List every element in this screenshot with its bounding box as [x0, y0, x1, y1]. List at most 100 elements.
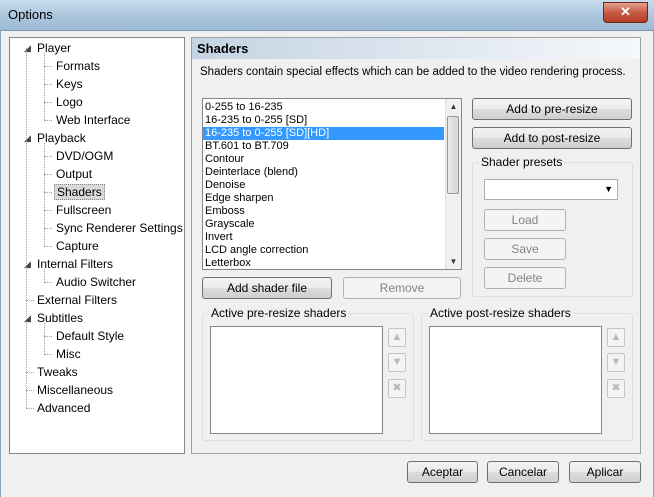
tree-item[interactable]: ◢ Subtitles: [24, 309, 85, 327]
delete-icon: ✖: [392, 382, 402, 394]
tree-item[interactable]: Shaders: [54, 183, 105, 201]
shader-presets-select[interactable]: ▼: [484, 179, 618, 200]
shader-list-item[interactable]: Letterbox: [203, 257, 444, 269]
tree-item-label: Capture: [56, 239, 99, 253]
delete-icon: ✖: [611, 382, 621, 394]
add-to-post-resize-button[interactable]: Add to post-resize: [472, 127, 632, 149]
add-shader-file-button[interactable]: Add shader file: [202, 277, 332, 299]
tree-item[interactable]: Output: [54, 165, 94, 183]
tree-item[interactable]: Sync Renderer Settings: [54, 219, 185, 237]
tree-item[interactable]: DVD/OGM: [54, 147, 115, 165]
tree-item[interactable]: Web Interface: [54, 111, 132, 129]
tree-item[interactable]: Capture: [54, 237, 101, 255]
tree-item[interactable]: ◢ Playback: [24, 129, 88, 147]
tree-item-label: Formats: [56, 59, 101, 73]
tree-item[interactable]: Advanced: [35, 399, 92, 417]
tree-connector: [44, 53, 45, 120]
tree-item-label: Player: [37, 41, 72, 55]
tree-connector: [44, 66, 52, 67]
tree-connector: [44, 192, 52, 193]
chevron-down-icon: ▼: [604, 184, 613, 194]
tree-item-label: Sync Renderer Settings: [56, 221, 183, 235]
tree-connector: [44, 156, 52, 157]
save-preset-button[interactable]: Save: [484, 238, 566, 260]
tree-connector: [44, 102, 52, 103]
tree-item-label: Keys: [56, 77, 83, 91]
scroll-down-icon[interactable]: ▼: [446, 254, 461, 269]
post-move-down-button[interactable]: ▼: [607, 353, 625, 372]
tree-connector: [44, 174, 52, 175]
arrow-down-icon: ▼: [610, 356, 622, 368]
cancel-button[interactable]: Cancelar: [487, 461, 559, 483]
tree-item[interactable]: ◢ Internal Filters: [24, 255, 115, 273]
shader-list-item[interactable]: Contour: [203, 153, 444, 166]
tree-item[interactable]: Fullscreen: [54, 201, 113, 219]
tree-item-label: Output: [56, 167, 93, 181]
tree-item[interactable]: Keys: [54, 75, 85, 93]
shader-list-item[interactable]: Grayscale: [203, 218, 444, 231]
pre-move-down-button[interactable]: ▼: [388, 353, 406, 372]
shader-presets-label: Shader presets: [479, 155, 565, 169]
shader-list-item[interactable]: Edge sharpen: [203, 192, 444, 205]
tree-connector: [44, 246, 52, 247]
tree-item[interactable]: Default Style: [54, 327, 126, 345]
active-post-resize-list[interactable]: [429, 326, 602, 434]
shader-list-item[interactable]: Emboss: [203, 205, 444, 218]
shader-list-item[interactable]: LCD angle correction: [203, 244, 444, 257]
tree-item-label: Internal Filters: [37, 257, 114, 271]
ok-button[interactable]: Aceptar: [407, 461, 478, 483]
arrow-up-icon: ▲: [610, 331, 622, 343]
title-bar: Options ✕: [0, 0, 654, 31]
shader-list-item[interactable]: 16-235 to 0-255 [SD]: [203, 114, 444, 127]
tree-connector: [26, 48, 27, 408]
load-preset-button[interactable]: Load: [484, 209, 566, 231]
tree-item-label: Subtitles: [37, 311, 84, 325]
shader-list-item[interactable]: BT.601 to BT.709: [203, 140, 444, 153]
tree-item[interactable]: Misc: [54, 345, 83, 363]
arrow-up-icon: ▲: [391, 331, 403, 343]
tree-connector: [44, 84, 52, 85]
tree-item[interactable]: Logo: [54, 93, 85, 111]
pre-move-up-button[interactable]: ▲: [388, 328, 406, 347]
tree-connector: [44, 143, 45, 246]
active-pre-resize-list[interactable]: [210, 326, 383, 434]
tree-item-label: Advanced: [37, 401, 91, 415]
arrow-down-icon: ▼: [391, 356, 403, 368]
tree-item-label: Web Interface: [56, 113, 131, 127]
tree-connector: [26, 300, 34, 301]
shader-list[interactable]: 0-255 to 16-235 16-235 to 0-255 [SD] 16-23…: [202, 98, 462, 270]
close-button[interactable]: ✕: [603, 2, 648, 23]
tree-item-label: Tweaks: [37, 365, 78, 379]
remove-shader-button[interactable]: Remove: [343, 277, 461, 299]
tree-connector: [26, 390, 34, 391]
add-to-pre-resize-button[interactable]: Add to pre-resize: [472, 98, 632, 120]
tree-connector: [44, 210, 52, 211]
post-move-up-button[interactable]: ▲: [607, 328, 625, 347]
apply-button[interactable]: Aplicar: [569, 461, 641, 483]
shaders-panel: Shaders Shaders contain special effects …: [191, 37, 641, 454]
window-title: Options: [8, 7, 53, 22]
pre-remove-button[interactable]: ✖: [388, 379, 406, 398]
post-remove-button[interactable]: ✖: [607, 379, 625, 398]
tree-item-label: Miscellaneous: [37, 383, 114, 397]
active-post-resize-label: Active post-resize shaders: [428, 306, 573, 320]
tree-item[interactable]: ◢ Player: [24, 39, 73, 57]
shader-list-item[interactable]: 16-235 to 0-255 [SD][HD]: [203, 127, 444, 140]
shader-list-item[interactable]: 0-255 to 16-235: [203, 101, 444, 114]
scroll-thumb[interactable]: [447, 116, 459, 194]
options-tree[interactable]: ◢ Player Formats Keys Logo Web Interface ◢ Play…: [9, 37, 185, 454]
shader-list-scrollbar[interactable]: ▲ ▼: [445, 99, 461, 269]
tree-item[interactable]: Audio Switcher: [54, 273, 138, 291]
tree-item[interactable]: Miscellaneous: [35, 381, 115, 399]
scroll-up-icon[interactable]: ▲: [446, 99, 461, 114]
shader-list-item[interactable]: Deinterlace (blend): [203, 166, 444, 179]
shader-list-item[interactable]: Denoise: [203, 179, 444, 192]
delete-preset-button[interactable]: Delete: [484, 267, 566, 289]
active-pre-resize-label: Active pre-resize shaders: [209, 306, 349, 320]
tree-connector: [44, 323, 45, 354]
tree-connector: [44, 282, 52, 283]
tree-item[interactable]: Formats: [54, 57, 102, 75]
tree-item[interactable]: Tweaks: [35, 363, 80, 381]
tree-item[interactable]: External Filters: [35, 291, 119, 309]
shader-list-item[interactable]: Invert: [203, 231, 444, 244]
